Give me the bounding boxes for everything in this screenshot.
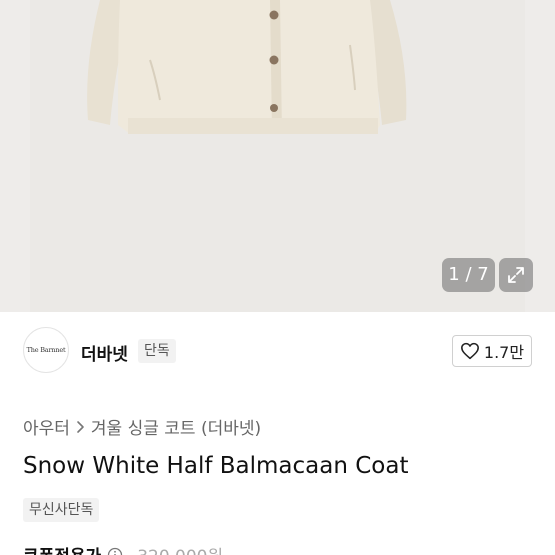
brand-logo-text: The Barnnet xyxy=(26,346,66,354)
product-image-gallery[interactable]: 1 / 7 xyxy=(0,0,555,312)
like-count: 1.7만 xyxy=(483,343,525,362)
category-child[interactable]: 겨울 싱글 코트 (더바넷) xyxy=(91,414,261,439)
category-parent[interactable]: 아우터 xyxy=(23,414,70,439)
price-row: 쿠폰적용가 320,000원 xyxy=(23,542,223,555)
info-icon[interactable] xyxy=(107,547,123,555)
coupon-price-label: 쿠폰적용가 xyxy=(23,542,101,555)
chevron-right-icon xyxy=(77,420,84,433)
like-button[interactable]: 1.7만 xyxy=(452,335,532,367)
expand-button[interactable] xyxy=(499,258,533,292)
brand-name[interactable]: 더바넷 xyxy=(81,340,128,365)
heart-icon xyxy=(460,342,479,360)
brand-logo[interactable]: The Barnnet xyxy=(23,327,69,373)
image-counter: 1 / 7 xyxy=(442,258,495,292)
product-title: Snow White Half Balmacaan Coat xyxy=(23,453,409,479)
price-value: 320,000원 xyxy=(137,542,223,555)
musinsa-exclusive-badge: 무신사단독 xyxy=(23,498,100,522)
breadcrumb: 아우터 겨울 싱글 코트 (더바넷) xyxy=(23,414,261,439)
exclusive-tag: 단독 xyxy=(138,339,176,363)
expand-icon xyxy=(508,267,524,283)
brand-row: The Barnnet 더바넷 단독 1.7만 xyxy=(0,312,555,392)
